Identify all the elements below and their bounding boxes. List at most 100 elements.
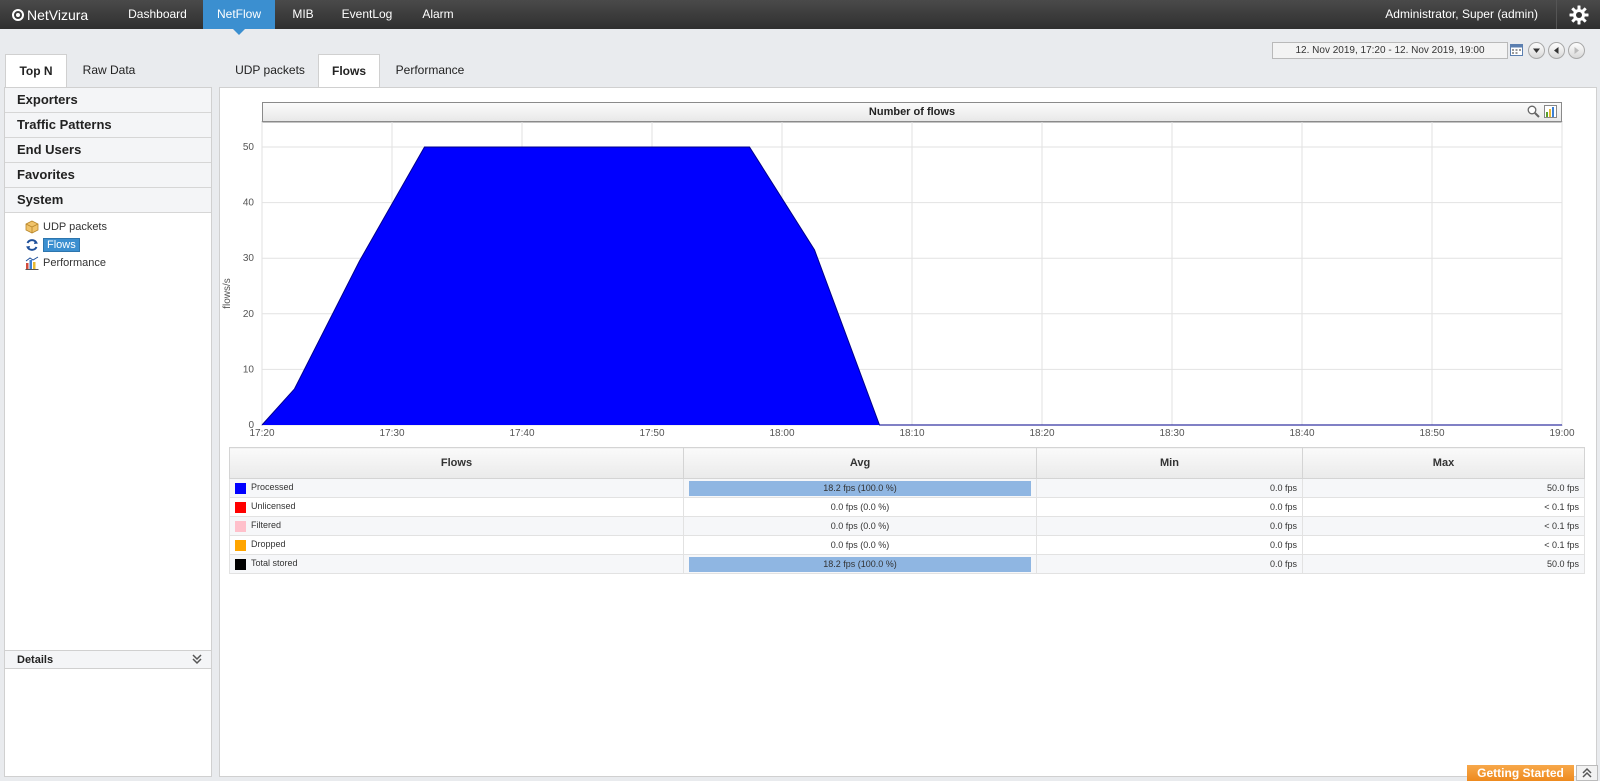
double-chevron-down-icon[interactable] bbox=[191, 653, 203, 665]
x-tick-label: 18:40 bbox=[1289, 428, 1314, 439]
app-logo[interactable]: NetVizura bbox=[12, 6, 88, 24]
tab-performance[interactable]: Performance bbox=[383, 54, 477, 87]
avg-progress-bar: 18.2 fps (100.0 %) bbox=[689, 480, 1031, 496]
settings-button[interactable] bbox=[1556, 0, 1600, 29]
next-period-button[interactable] bbox=[1568, 42, 1585, 59]
x-tick-label: 17:50 bbox=[639, 428, 664, 439]
cell-flow-name: Filtered bbox=[229, 516, 684, 536]
avg-value: 0.0 fps (0.0 %) bbox=[830, 502, 890, 512]
nav-mib[interactable]: MIB bbox=[277, 0, 329, 29]
cell-max: < 0.1 fps bbox=[1302, 535, 1585, 555]
sidebar-section-end-users[interactable]: End Users bbox=[5, 138, 211, 163]
top-navigation-bar: NetVizura Dashboard NetFlow MIB EventLog… bbox=[0, 0, 1600, 35]
tab-top-n[interactable]: Top N bbox=[5, 54, 67, 87]
cell-flow-name: Processed bbox=[229, 478, 684, 498]
user-menu[interactable]: Administrator, Super (admin) bbox=[1385, 0, 1538, 29]
x-tick-label: 18:10 bbox=[899, 428, 924, 439]
x-tick-label: 17:30 bbox=[379, 428, 404, 439]
date-range-field[interactable]: 12. Nov 2019, 17:20 - 12. Nov 2019, 19:0… bbox=[1272, 42, 1508, 59]
y-tick-label: 20 bbox=[243, 309, 255, 320]
arrow-right-icon bbox=[1574, 47, 1579, 54]
cell-min: 0.0 fps bbox=[1036, 516, 1303, 536]
flow-name: Dropped bbox=[251, 539, 286, 550]
cell-max: 50.0 fps bbox=[1302, 554, 1585, 574]
cell-flow-name: Dropped bbox=[229, 535, 684, 555]
table-row[interactable]: Dropped 0.0 fps (0.0 %) 0.0 fps < 0.1 fps bbox=[229, 535, 1585, 555]
avg-value: 0.0 fps (0.0 %) bbox=[830, 540, 890, 550]
flow-name: Processed bbox=[251, 482, 294, 493]
period-dropdown-button[interactable] bbox=[1528, 42, 1545, 59]
column-header-max[interactable]: Max bbox=[1302, 447, 1585, 479]
series-color-swatch bbox=[235, 539, 246, 551]
table-row[interactable]: Filtered 0.0 fps (0.0 %) 0.0 fps < 0.1 fps bbox=[229, 516, 1585, 536]
cell-max: 50.0 fps bbox=[1302, 478, 1585, 498]
column-header-avg[interactable]: Avg bbox=[683, 447, 1037, 479]
tree-item-label: UDP packets bbox=[43, 221, 107, 233]
details-label: Details bbox=[17, 654, 54, 666]
x-tick-label: 19:00 bbox=[1549, 428, 1574, 439]
getting-started-toggle[interactable] bbox=[1576, 765, 1598, 781]
cell-min: 0.0 fps bbox=[1036, 497, 1303, 517]
x-tick-label: 18:20 bbox=[1029, 428, 1054, 439]
chevron-down-icon bbox=[1533, 48, 1540, 53]
tree-item-label: Performance bbox=[43, 257, 106, 269]
main-content-panel: Number of flows 17:20 17:30 17:40 17:50 18:0… bbox=[219, 87, 1597, 777]
tab-flows[interactable]: Flows bbox=[318, 54, 380, 87]
cell-min: 0.0 fps bbox=[1036, 478, 1303, 498]
details-panel-header[interactable]: Details bbox=[5, 650, 211, 669]
y-tick-label: 0 bbox=[248, 420, 254, 431]
column-header-flows[interactable]: Flows bbox=[229, 447, 684, 479]
tree-item-udp-packets[interactable]: UDP packets bbox=[25, 219, 107, 235]
series-color-swatch bbox=[235, 558, 246, 570]
getting-started-button[interactable]: Getting Started bbox=[1467, 765, 1574, 781]
y-tick-label: 50 bbox=[243, 142, 255, 153]
sidebar-section-exporters[interactable]: Exporters bbox=[5, 88, 211, 113]
cell-min: 0.0 fps bbox=[1036, 554, 1303, 574]
gear-icon bbox=[1569, 5, 1588, 24]
cell-avg: 18.2 fps (100.0 %) bbox=[683, 554, 1037, 574]
series-color-swatch bbox=[235, 501, 246, 513]
flow-name: Unlicensed bbox=[251, 501, 296, 512]
cell-avg: 0.0 fps (0.0 %) bbox=[683, 516, 1037, 536]
sidebar-section-favorites[interactable]: Favorites bbox=[5, 163, 211, 188]
tree-item-performance[interactable]: Performance bbox=[25, 255, 106, 271]
x-tick-label: 18:30 bbox=[1159, 428, 1184, 439]
left-sidebar: Exporters Traffic Patterns End Users Fav… bbox=[4, 87, 212, 777]
cell-avg: 0.0 fps (0.0 %) bbox=[683, 497, 1037, 517]
app-logo-text: NetVizura bbox=[27, 7, 89, 23]
logo-icon bbox=[12, 9, 24, 21]
sidebar-section-traffic-patterns[interactable]: Traffic Patterns bbox=[5, 113, 211, 138]
nav-netflow[interactable]: NetFlow bbox=[203, 0, 275, 35]
column-header-min[interactable]: Min bbox=[1036, 447, 1303, 479]
nav-alarm[interactable]: Alarm bbox=[407, 0, 469, 29]
package-icon bbox=[25, 220, 39, 234]
table-row[interactable]: Processed 18.2 fps (100.0 %) 0.0 fps 50.0 f… bbox=[229, 478, 1585, 498]
flows-stats-table: Flows Avg Min Max Processed 18.2 fps (100… bbox=[229, 447, 1585, 574]
stats-table-body: Processed 18.2 fps (100.0 %) 0.0 fps 50.0 f… bbox=[229, 478, 1585, 574]
chart-plot: 17:20 17:30 17:40 17:50 18:00 18:10 18:20 18:30… bbox=[222, 121, 1575, 439]
x-tick-label: 18:50 bbox=[1419, 428, 1444, 439]
avg-value: 0.0 fps (0.0 %) bbox=[830, 521, 890, 531]
tab-udp-packets[interactable]: UDP packets bbox=[226, 54, 314, 87]
arrow-left-icon bbox=[1554, 47, 1559, 54]
y-tick-label: 40 bbox=[243, 198, 255, 209]
calendar-icon[interactable] bbox=[1510, 43, 1523, 56]
avg-progress-bar: 18.2 fps (100.0 %) bbox=[689, 556, 1031, 572]
tree-item-label: Flows bbox=[43, 238, 80, 252]
x-tick-label: 17:40 bbox=[509, 428, 534, 439]
double-chevron-up-icon bbox=[1582, 767, 1592, 778]
sidebar-section-system[interactable]: System bbox=[5, 188, 211, 213]
table-row[interactable]: Unlicensed 0.0 fps (0.0 %) 0.0 fps < 0.1 fp… bbox=[229, 497, 1585, 517]
nav-eventlog[interactable]: EventLog bbox=[332, 0, 402, 29]
cell-min: 0.0 fps bbox=[1036, 535, 1303, 555]
nav-dashboard[interactable]: Dashboard bbox=[116, 0, 199, 29]
tree-item-flows[interactable]: Flows bbox=[25, 237, 80, 253]
previous-period-button[interactable] bbox=[1548, 42, 1565, 59]
flow-name: Total stored bbox=[251, 558, 298, 569]
cell-max: < 0.1 fps bbox=[1302, 497, 1585, 517]
series-color-swatch bbox=[235, 520, 246, 532]
tab-raw-data[interactable]: Raw Data bbox=[70, 54, 148, 87]
y-axis-label: flows/s bbox=[222, 278, 233, 309]
table-row[interactable]: Total stored 18.2 fps (100.0 %) 0.0 fps 50.… bbox=[229, 554, 1585, 574]
x-tick-label: 18:00 bbox=[769, 428, 794, 439]
